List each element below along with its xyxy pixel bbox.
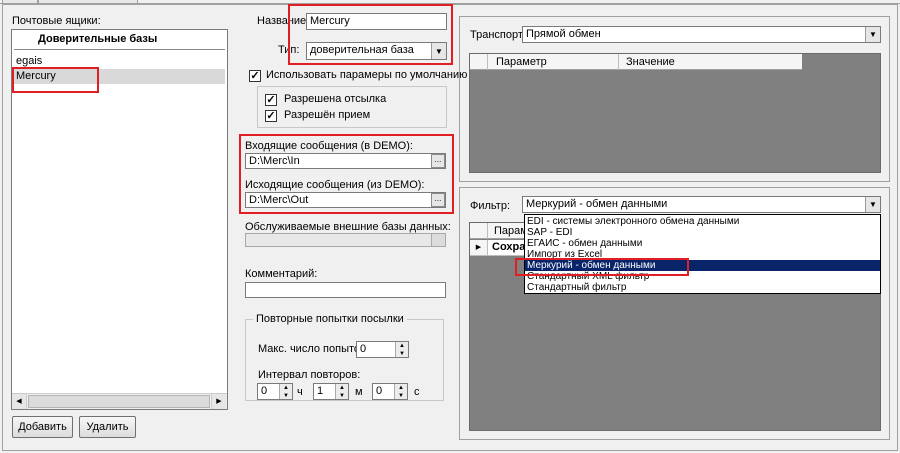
type-label: Тип: (278, 44, 300, 56)
grid-header: Параметр Значение (470, 54, 802, 70)
interval-hours-spinner[interactable]: ▲ ▼ (279, 384, 292, 399)
dropdown-option[interactable]: Импорт из Excel (525, 249, 880, 260)
list-item[interactable]: egais (13, 54, 225, 69)
chevron-down-icon[interactable]: ▼ (431, 43, 446, 59)
allow-receive-label: Разрешён прием (284, 109, 371, 121)
dropdown-option[interactable]: Стандартный XML фильтр (525, 271, 880, 282)
interval-minutes-input[interactable]: 1 ▲ ▼ (313, 383, 349, 400)
table-cell: Сохра (492, 241, 526, 253)
external-db-label: Обслуживаемые внешние базы данных: (245, 221, 451, 233)
interval-minutes-spinner[interactable]: ▲ ▼ (335, 384, 348, 399)
transport-label: Транспорт: (470, 29, 526, 41)
mailbox-list[interactable]: Доверительные базы egais Mercury ◀ ▶ (11, 29, 228, 410)
column-header[interactable]: Парам (494, 223, 528, 239)
horizontal-scrollbar[interactable]: ◀ ▶ (12, 393, 227, 409)
filter-select-value: Меркурий - обмен данными (526, 198, 668, 210)
outgoing-label: Исходящие сообщения (из DEMO): (245, 179, 425, 191)
filter-select[interactable]: Меркурий - обмен данными ▼ (522, 196, 881, 213)
allow-receive-checkbox[interactable]: ✓ (265, 110, 277, 122)
grid-header: Парам (470, 223, 528, 239)
type-select-value: доверительная база (310, 44, 414, 56)
use-defaults-checkbox[interactable]: ✓ (249, 70, 261, 82)
incoming-label: Входящие сообщения (в DEMO): (245, 140, 413, 152)
scroll-left-icon[interactable]: ◀ (12, 394, 27, 409)
list-group-header: Доверительные базы (38, 33, 158, 45)
column-divider (618, 54, 619, 70)
interval-seconds-input[interactable]: 0 ▲ ▼ (372, 383, 408, 400)
dropdown-option[interactable]: SAP - EDI (525, 227, 880, 238)
outgoing-browse-button[interactable]: ... (431, 193, 445, 207)
allow-send-checkbox[interactable]: ✓ (265, 94, 277, 106)
scroll-thumb[interactable] (28, 395, 210, 408)
dropdown-option[interactable]: EDI - системы электронного обмена данным… (525, 216, 880, 227)
grid-row-header-cell (470, 54, 488, 70)
list-item-selected[interactable]: Mercury (13, 69, 225, 84)
chevron-down-icon[interactable]: ▼ (865, 197, 880, 212)
interval-hours-unit: ч (297, 386, 303, 398)
table-row[interactable]: ▶ Сохра (470, 240, 526, 256)
max-attempts-spinner[interactable]: ▲ ▼ (395, 342, 408, 357)
max-attempts-label: Макс. число попыток: (258, 343, 368, 355)
incoming-browse-button[interactable]: ... (431, 154, 445, 168)
use-defaults-label: Использовать парамеры по умолчанию (266, 69, 468, 81)
transport-params-grid[interactable]: Параметр Значение (469, 53, 881, 173)
incoming-path-value: D:\Merc\In (249, 155, 300, 167)
name-label: Название: (257, 15, 310, 27)
comment-input[interactable] (245, 282, 446, 298)
column-header[interactable]: Параметр (496, 54, 547, 70)
interval-hours-input[interactable]: 0 ▲ ▼ (257, 383, 293, 400)
interval-seconds-spinner[interactable]: ▲ ▼ (394, 384, 407, 399)
dropdown-option[interactable]: ЕГАИС - обмен данными (525, 238, 880, 249)
add-button[interactable]: Добавить (12, 416, 73, 438)
dropdown-option-highlighted[interactable]: Меркурий - обмен данными (525, 260, 880, 271)
transport-select-value: Прямой обмен (526, 28, 601, 40)
type-select[interactable]: доверительная база ▼ (306, 42, 447, 60)
interval-seconds-value: 0 (376, 385, 383, 397)
outgoing-path-value: D:\Merc\Out (249, 194, 309, 206)
row-pointer-icon: ▶ (470, 240, 488, 255)
chevron-down-icon[interactable]: ▼ (865, 27, 880, 42)
interval-minutes-unit: м (355, 386, 363, 398)
filter-label: Фильтр: (470, 200, 511, 212)
group-divider (14, 49, 225, 50)
filter-dropdown-list[interactable]: EDI - системы электронного обмена данным… (524, 214, 881, 294)
mailboxes-label: Почтовые ящики: (12, 15, 101, 27)
transport-select[interactable]: Прямой обмен ▼ (522, 26, 881, 43)
retry-group-label: Повторные попытки посылки (253, 313, 407, 325)
dropdown-option[interactable]: Стандартный фильтр (525, 282, 880, 293)
outgoing-path-input[interactable]: D:\Merc\Out (245, 192, 446, 208)
comment-label: Комментарий: (245, 268, 318, 280)
interval-seconds-unit: с (414, 386, 420, 398)
max-attempts-input[interactable]: 0 ▲ ▼ (356, 341, 409, 358)
name-input[interactable]: Mercury (306, 13, 447, 30)
scroll-right-icon[interactable]: ▶ (211, 394, 226, 409)
interval-minutes-value: 1 (317, 385, 324, 397)
allow-send-label: Разрешена отсылка (284, 93, 387, 105)
incoming-path-input[interactable]: D:\Merc\In (245, 153, 446, 169)
column-header[interactable]: Значение (626, 54, 675, 70)
max-attempts-value: 0 (360, 343, 367, 355)
grid-row-header-cell (470, 223, 488, 239)
delete-button[interactable]: Удалить (79, 416, 136, 438)
external-db-browse-button[interactable] (431, 234, 445, 246)
external-db-field[interactable] (245, 233, 446, 247)
interval-hours-value: 0 (261, 385, 268, 397)
interval-label: Интервал повторов: (258, 369, 361, 381)
